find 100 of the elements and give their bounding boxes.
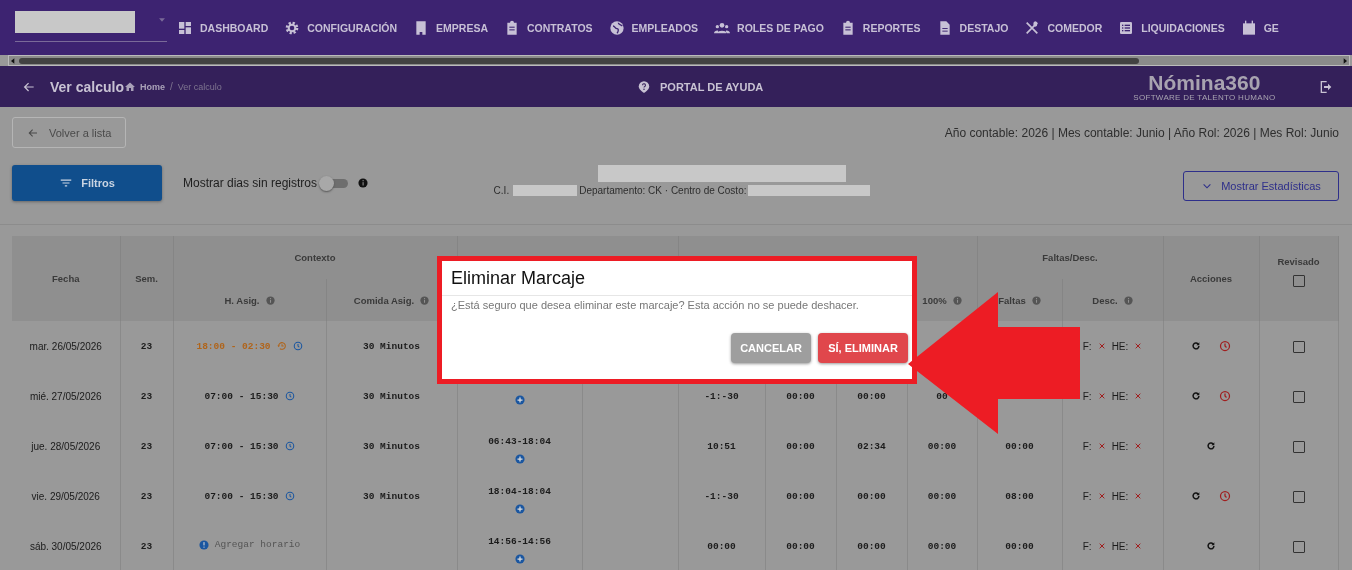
table-cell: 00:00 xyxy=(927,440,957,452)
x-icon xyxy=(1097,492,1106,500)
info-icon xyxy=(358,178,369,188)
logo-wordmark: Nómina360 xyxy=(1148,71,1261,93)
column-header: H. Asig. xyxy=(224,294,260,306)
checkbox[interactable] xyxy=(1292,275,1305,287)
add-icon[interactable] xyxy=(514,504,525,514)
dialog-title: Eliminar Marcaje xyxy=(442,261,912,296)
table-cell: HE: xyxy=(1111,490,1129,502)
nav-item[interactable]: EMPLEADOS xyxy=(608,19,699,36)
clock-icon[interactable] xyxy=(292,341,303,351)
table-cell: 00:00 xyxy=(1005,440,1034,452)
table-cell: F: xyxy=(1082,490,1092,502)
home-icon xyxy=(123,80,136,93)
nav-item[interactable]: ROLES DE PAGO xyxy=(714,19,824,36)
nav-item[interactable]: COMEDOR xyxy=(1024,19,1103,36)
settings-icon xyxy=(284,19,301,36)
checkbox[interactable] xyxy=(1292,490,1305,503)
table-cell: 30 Minutos xyxy=(363,490,420,502)
clock-icon[interactable] xyxy=(284,391,295,401)
nav-item[interactable]: CONFIGURACIÓN xyxy=(284,19,398,36)
globe-icon xyxy=(608,19,625,36)
table-cell: 00 xyxy=(936,390,948,402)
logout-icon[interactable] xyxy=(1318,78,1334,95)
table-cell: -1:-30 xyxy=(704,390,739,402)
column-header: Faltas xyxy=(998,294,1026,306)
refresh-icon[interactable] xyxy=(1191,341,1202,351)
scrollbar-thumb[interactable] xyxy=(19,57,1139,64)
table-cell: 07:00 - 15:30 xyxy=(204,490,279,502)
table-cell: 06:43-18:04 xyxy=(488,436,551,447)
nav-item[interactable]: REPORTES xyxy=(839,19,921,36)
x-icon xyxy=(1134,342,1143,350)
table-cell: HE: xyxy=(1111,540,1129,552)
column-header: Contexto xyxy=(294,252,336,263)
table-cell: 00:00 xyxy=(786,390,815,402)
column-header: Comida Asig. xyxy=(353,294,415,306)
horizontal-scrollbar[interactable] xyxy=(8,55,1350,66)
help-portal-link[interactable]: PORTAL DE AYUDA xyxy=(637,79,764,94)
toggle-switch[interactable] xyxy=(322,178,349,188)
info-icon xyxy=(420,295,430,305)
table-cell: F: xyxy=(1082,440,1092,452)
refresh-icon[interactable] xyxy=(1191,391,1202,401)
history-icon xyxy=(276,341,287,351)
info-icon xyxy=(1123,295,1133,305)
column-header: Desc. xyxy=(1092,294,1118,306)
table-cell: F: xyxy=(1082,340,1092,352)
table-cell: 30 Minutos xyxy=(363,440,420,452)
column-header: Fecha xyxy=(52,273,80,284)
checkbox[interactable] xyxy=(1292,440,1305,453)
dialog-message: ¿Está seguro que desea eliminar este marcaje? Esta acción no se puede deshacer. xyxy=(450,298,860,313)
redacted-block xyxy=(513,184,578,196)
refresh-icon[interactable] xyxy=(1191,491,1202,501)
add-icon[interactable] xyxy=(514,395,525,405)
table-cell: 00:00 xyxy=(786,440,815,452)
id-label: C.I. xyxy=(493,184,510,196)
nav-item[interactable]: CONTRATOS xyxy=(504,19,593,36)
filters-button[interactable]: Filtros xyxy=(12,165,162,201)
company-select[interactable] xyxy=(15,13,167,42)
breadcrumb-link[interactable]: Home xyxy=(139,81,165,92)
table-cell: HE: xyxy=(1111,340,1129,352)
nav-item[interactable]: DASHBOARD xyxy=(177,19,269,36)
table-cell: 08:00 xyxy=(1005,490,1034,502)
table-cell: 23 xyxy=(140,540,153,552)
column-header: Faltas/Desc. xyxy=(1042,252,1098,263)
add-icon[interactable] xyxy=(514,554,525,564)
toggle-label: Mostrar dias sin registros xyxy=(183,176,318,190)
checkbox[interactable] xyxy=(1292,390,1305,403)
show-statistics-button[interactable]: Mostrar Estadísticas xyxy=(1183,171,1339,201)
refresh-icon[interactable] xyxy=(1206,441,1217,451)
checkbox[interactable] xyxy=(1292,340,1305,353)
clock-icon[interactable] xyxy=(284,441,295,451)
info-icon xyxy=(1031,295,1041,305)
clock-icon[interactable] xyxy=(1219,490,1232,502)
table-cell: 14:56-14:56 xyxy=(488,536,551,547)
nav-item[interactable]: DESTAJO xyxy=(936,19,1009,36)
nav-item[interactable]: EMPRESA xyxy=(413,19,489,36)
table-cell: jue. 28/05/2026 xyxy=(31,440,101,452)
calendar-icon xyxy=(1240,19,1257,36)
table-cell: 07:00 - 15:30 xyxy=(204,440,279,452)
column-header: 100% xyxy=(922,294,947,306)
add-icon[interactable] xyxy=(514,454,525,464)
nav-item[interactable]: LIQUIDACIONES xyxy=(1118,19,1225,36)
table-cell: 23 xyxy=(140,440,153,452)
checkbox[interactable] xyxy=(1292,540,1305,553)
table-cell: 00:00 xyxy=(857,390,886,402)
nav-item[interactable]: GE xyxy=(1240,19,1279,36)
table-cell: 30 Minutos xyxy=(363,390,420,402)
table-cell: F: xyxy=(1082,390,1092,402)
breadcrumb-separator: / xyxy=(169,81,173,92)
clock-icon[interactable] xyxy=(1219,390,1232,402)
clock-icon[interactable] xyxy=(284,491,295,501)
table-cell: 23 xyxy=(140,390,153,402)
period-info: Año contable: 2026 | Mes contable: Junio | Año Rol: 2026 | Mes Rol: Junio xyxy=(944,126,1339,140)
refresh-icon[interactable] xyxy=(1206,541,1217,551)
table-cell: 23 xyxy=(140,340,153,352)
table-cell: -1:-30 xyxy=(704,490,739,502)
confirm-delete-button[interactable]: SÍ, ELIMINAR xyxy=(818,333,908,363)
table-cell: 30 Minutos xyxy=(363,340,420,352)
clock-icon[interactable] xyxy=(1219,340,1232,352)
column-header: Revisado xyxy=(1277,256,1320,267)
